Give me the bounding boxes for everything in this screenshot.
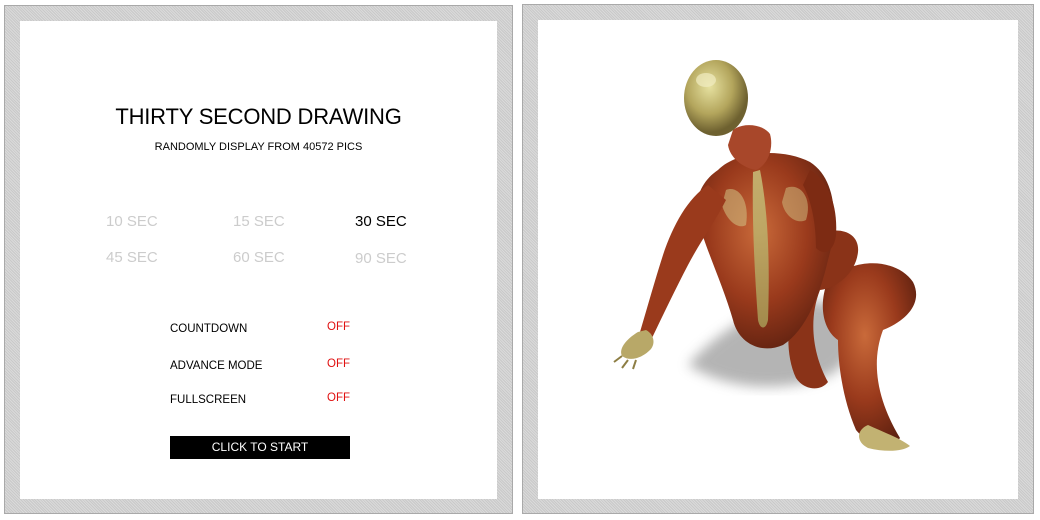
settings-panel-content: THIRTY SECOND DRAWING RANDOMLY DISPLAY F… [20, 21, 497, 499]
countdown-toggle[interactable]: OFF [327, 321, 350, 333]
time-option-10-sec[interactable]: 10 SEC [106, 213, 158, 230]
preview-panel [522, 4, 1034, 514]
figure-arm-left [639, 185, 726, 343]
fullscreen-label: FULLSCREEN [170, 394, 247, 406]
figure-head [684, 60, 748, 136]
advance-mode-label: ADVANCE MODE [170, 360, 263, 372]
start-button[interactable]: CLICK TO START [170, 436, 350, 459]
figure-hand-left [621, 330, 654, 359]
settings-panel: THIRTY SECOND DRAWING RANDOMLY DISPLAY F… [4, 5, 513, 514]
anatomy-figure-image [613, 60, 917, 451]
advance-mode-toggle[interactable]: OFF [327, 358, 350, 370]
time-option-60-sec[interactable]: 60 SEC [233, 249, 285, 266]
time-option-90-sec[interactable]: 90 SEC [355, 250, 407, 267]
time-option-15-sec[interactable]: 15 SEC [233, 213, 285, 230]
time-option-45-sec[interactable]: 45 SEC [106, 249, 158, 266]
app-subtitle: RANDOMLY DISPLAY FROM 40572 PICS [154, 141, 363, 153]
time-option-30-sec[interactable]: 30 SEC [355, 213, 407, 230]
preview-image-area [538, 20, 1018, 499]
app-title: THIRTY SECOND DRAWING [115, 104, 402, 129]
fullscreen-toggle[interactable]: OFF [327, 392, 350, 404]
countdown-label: COUNTDOWN [170, 323, 248, 335]
